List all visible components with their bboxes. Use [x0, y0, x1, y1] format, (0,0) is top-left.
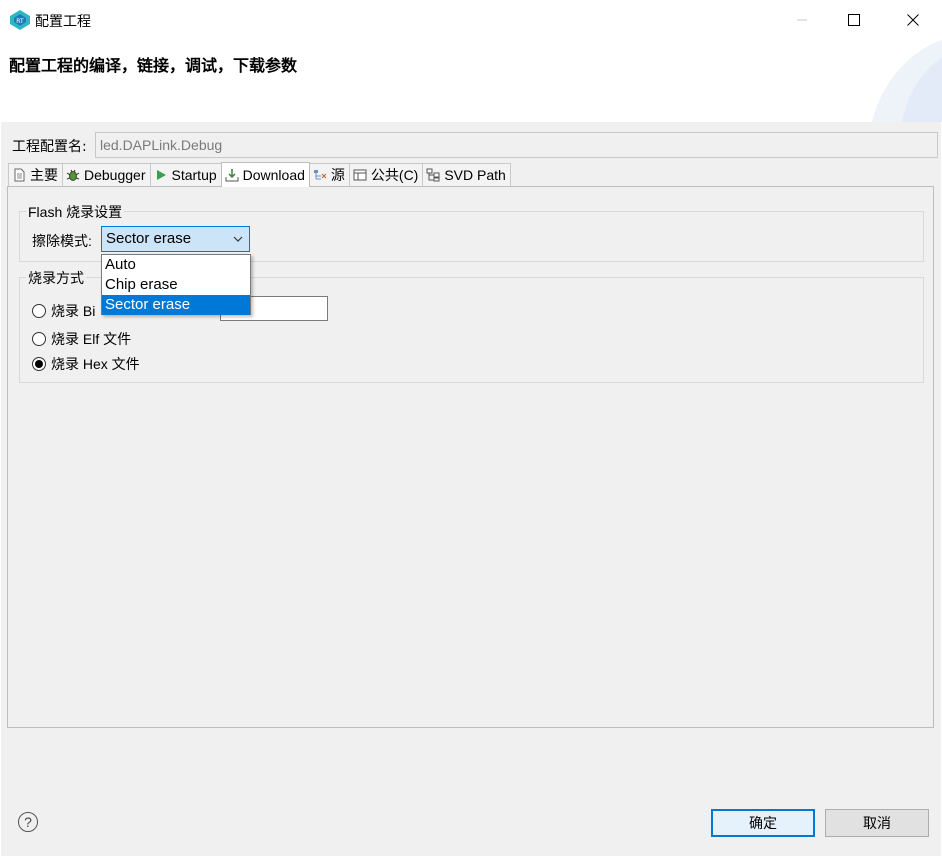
window-title: 配置工程 — [35, 14, 91, 30]
erase-mode-select[interactable]: Sector erase — [101, 226, 250, 252]
play-icon — [156, 170, 166, 180]
tab-common-label: 公共(C) — [370, 167, 419, 183]
help-button[interactable]: ? — [18, 812, 38, 832]
close-button[interactable] — [885, 0, 941, 40]
burn-bin-radio[interactable] — [32, 304, 46, 318]
tab-source-label: 源 — [330, 167, 345, 183]
erase-mode-label: 擦除模式: — [32, 233, 92, 249]
header-decoration — [872, 40, 942, 122]
config-name-field[interactable]: led.DAPLink.Debug — [95, 132, 938, 158]
ok-button[interactable]: 确定 — [711, 809, 815, 837]
tab-svd-path[interactable]: SVD Path — [422, 163, 511, 186]
erase-option-auto[interactable]: Auto — [102, 255, 250, 275]
dialog-header: 配置工程的编译，链接，调试，下载参数 — [0, 40, 942, 122]
svg-text:RT: RT — [16, 18, 24, 25]
tab-download-label: Download — [242, 167, 305, 183]
burn-hex-radio[interactable] — [32, 357, 46, 371]
maximize-button[interactable] — [826, 0, 882, 40]
erase-option-sector[interactable]: Sector erase — [102, 295, 250, 315]
flash-settings-title: Flash 烧录设置 — [26, 202, 125, 222]
tab-download[interactable]: Download — [220, 162, 310, 187]
burn-elf-label: 烧录 Elf 文件 — [51, 331, 132, 347]
minimize-icon — [797, 19, 807, 21]
bug-icon — [66, 169, 80, 181]
table-icon — [353, 169, 367, 181]
download-icon — [225, 169, 239, 182]
tab-main-label: 主要 — [30, 167, 58, 183]
tab-common[interactable]: 公共(C) — [348, 163, 424, 186]
tree-icon — [426, 168, 440, 182]
burn-bin-option[interactable]: 烧录 Bi — [32, 301, 95, 321]
burn-elf-radio[interactable] — [32, 332, 46, 346]
chevron-down-icon — [233, 236, 243, 242]
tab-main[interactable]: 主要 — [8, 163, 63, 186]
radio-dot — [35, 360, 43, 368]
burn-hex-label: 烧录 Hex 文件 — [51, 356, 140, 372]
tab-startup[interactable]: Startup — [149, 163, 222, 186]
burn-bin-label: 烧录 Bi — [51, 303, 96, 319]
title-bar: RT 配置工程 — [0, 0, 942, 40]
header-title: 配置工程的编译，链接，调试，下载参数 — [9, 56, 298, 75]
config-name-label: 工程配置名: — [12, 139, 87, 155]
tab-bar: 主要 Debugger Startup Download 源 公共(C) SVD… — [8, 162, 511, 187]
tab-debugger[interactable]: Debugger — [62, 163, 151, 186]
erase-mode-value: Sector erase — [106, 230, 192, 247]
document-icon — [14, 168, 25, 182]
burn-elf-option[interactable]: 烧录 Elf 文件 — [32, 329, 131, 349]
close-icon — [907, 14, 919, 26]
minimize-button[interactable] — [774, 0, 830, 40]
tab-startup-label: Startup — [171, 167, 217, 183]
help-icon: ? — [24, 814, 32, 830]
erase-option-chip[interactable]: Chip erase — [102, 275, 250, 295]
source-icon — [313, 170, 327, 180]
tab-source[interactable]: 源 — [308, 163, 350, 186]
tab-debugger-label: Debugger — [84, 167, 146, 183]
burn-method-title: 烧录方式 — [26, 268, 86, 288]
cancel-button[interactable]: 取消 — [825, 809, 929, 837]
burn-hex-option[interactable]: 烧录 Hex 文件 — [32, 354, 140, 374]
tab-svd-path-label: SVD Path — [444, 167, 506, 183]
maximize-icon — [848, 14, 860, 26]
erase-mode-dropdown: Auto Chip erase Sector erase — [101, 254, 251, 315]
app-logo-icon: RT — [10, 10, 30, 30]
